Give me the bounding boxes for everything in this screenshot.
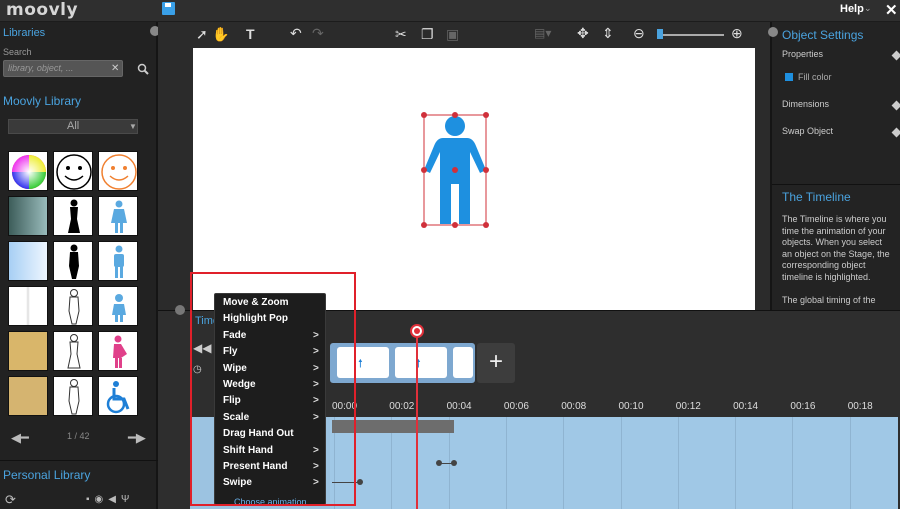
help-menu[interactable]: Help [840,3,864,15]
timeline-gridline [505,417,507,509]
refresh-icon[interactable]: ⟳ [5,492,16,508]
help-paragraph: The global timing of the [782,295,876,305]
timeline-gridline [677,417,679,509]
timeline-help-title: The Timeline [782,190,851,204]
zoom-slider[interactable] [660,34,724,36]
properties-label[interactable]: Properties [782,49,823,59]
timeline-gridline [849,417,851,509]
dimensions-label[interactable]: Dimensions [782,99,829,109]
zoom-out-icon[interactable]: ⊖ [633,25,645,42]
sketch-woman-thumb[interactable] [53,286,93,326]
collapse-panel-button[interactable] [768,27,778,37]
timeline-tick-label: 00:06 [503,401,529,412]
timeline-tick-label: 00:12 [675,401,701,412]
color-wheel-thumb[interactable] [8,151,48,191]
flip-horizontal-icon[interactable]: ✥ [577,25,589,42]
fill-color-label: Fill color [798,72,832,82]
smiley-orange-thumb[interactable] [98,151,138,191]
parchment-thumb[interactable] [8,331,48,371]
select-pointer-icon[interactable]: ➚ [196,26,208,43]
top-bar [0,0,900,22]
scene-card[interactable] [453,347,473,378]
silhouette-woman2-thumb[interactable] [53,241,93,281]
sketch-woman3-thumb[interactable] [53,376,93,416]
timeline-tick-label: 00:04 [446,401,472,412]
timeline-gridline [563,417,565,509]
texture-thumb[interactable] [8,196,48,236]
parchment2-thumb[interactable] [8,376,48,416]
fill-color-swatch[interactable] [785,73,793,81]
cut-icon[interactable]: ✂ [395,26,407,43]
search-placeholder: library, object, ... [8,63,74,73]
undo-icon[interactable]: ↶ [290,25,302,42]
moovly-logo: moovly [6,0,79,20]
sketch-woman2-thumb[interactable] [53,331,93,371]
timeline-gridline [792,417,794,509]
text-tool-icon[interactable]: T [246,26,255,42]
male-icon-thumb[interactable] [98,241,138,281]
wheelchair-icon-thumb[interactable] [98,376,138,416]
timeline-tick-label: 00:18 [847,401,873,412]
help-paragraph: The Timeline is where you time the anima… [782,214,890,282]
category-selected: All [67,120,80,132]
dropdown-arrow-icon: ▼ [129,122,137,131]
paste-icon[interactable]: ▣ [446,26,459,43]
keyframe[interactable] [451,460,457,466]
timeline-tick-label: 00:16 [790,401,816,412]
save-icon[interactable] [162,2,175,15]
media-upload-icons[interactable]: ▪◉◀Ψ [86,494,134,505]
female-icon-thumb[interactable] [98,196,138,236]
highlight-annotation [190,272,356,506]
flip-vertical-icon[interactable]: ⇕ [602,25,614,42]
timeline-tick-label: 00:08 [561,401,587,412]
child-icon-thumb[interactable] [98,286,138,326]
search-icon[interactable] [137,63,149,75]
zoom-in-icon[interactable]: ⊕ [731,25,743,42]
copy-icon[interactable]: ❐ [421,26,434,43]
collapse-panel-button[interactable] [175,305,185,315]
blank-thumb[interactable] [8,286,48,326]
timeline-gridline [735,417,737,509]
keyframe[interactable] [436,460,442,466]
silhouette-woman-thumb[interactable] [53,196,93,236]
timeline-tick-label: 00:02 [389,401,415,412]
gradient-thumb[interactable] [8,241,48,281]
playhead[interactable] [416,330,418,509]
libraries-title: Libraries [3,27,46,39]
redo-icon[interactable]: ↷ [312,25,324,42]
arrow-left-icon[interactable]: ◀━ [11,430,29,446]
object-settings-title: Object Settings [782,28,864,42]
timeline-gridline [620,417,622,509]
timeline-help-text: The Timeline is where you time the anima… [782,214,892,307]
keyframe[interactable] [357,479,363,485]
pregnant-icon-thumb[interactable] [98,331,138,371]
align-icon[interactable]: ▤▾ [534,26,551,40]
moovly-library-title: Moovly Library [3,94,82,108]
person-figure-object[interactable] [420,112,490,230]
add-scene-button[interactable]: + [477,343,515,383]
swap-object-label[interactable]: Swap Object [782,126,833,136]
timeline-tick-label: 00:14 [733,401,759,412]
divider [772,184,900,185]
search-clear-icon[interactable]: ✕ [111,63,119,74]
person-icon: 🠕 [358,358,363,370]
playhead-handle-dot [414,328,420,334]
chevron-down-icon[interactable]: ⌄ [864,3,872,14]
zoom-slider-thumb[interactable] [657,29,663,39]
hand-icon[interactable]: ✋ [212,26,229,43]
smiley-black-thumb[interactable] [53,151,93,191]
divider [0,460,158,461]
pager-label: 1 / 42 [67,431,90,441]
arrow-right-icon[interactable]: ━▶ [128,430,146,446]
personal-library-title: Personal Library [3,468,91,482]
close-icon[interactable]: ✕ [885,1,898,19]
timeline-tick-label: 00:10 [618,401,644,412]
scene-card[interactable] [395,347,447,378]
search-label: Search [3,47,32,57]
